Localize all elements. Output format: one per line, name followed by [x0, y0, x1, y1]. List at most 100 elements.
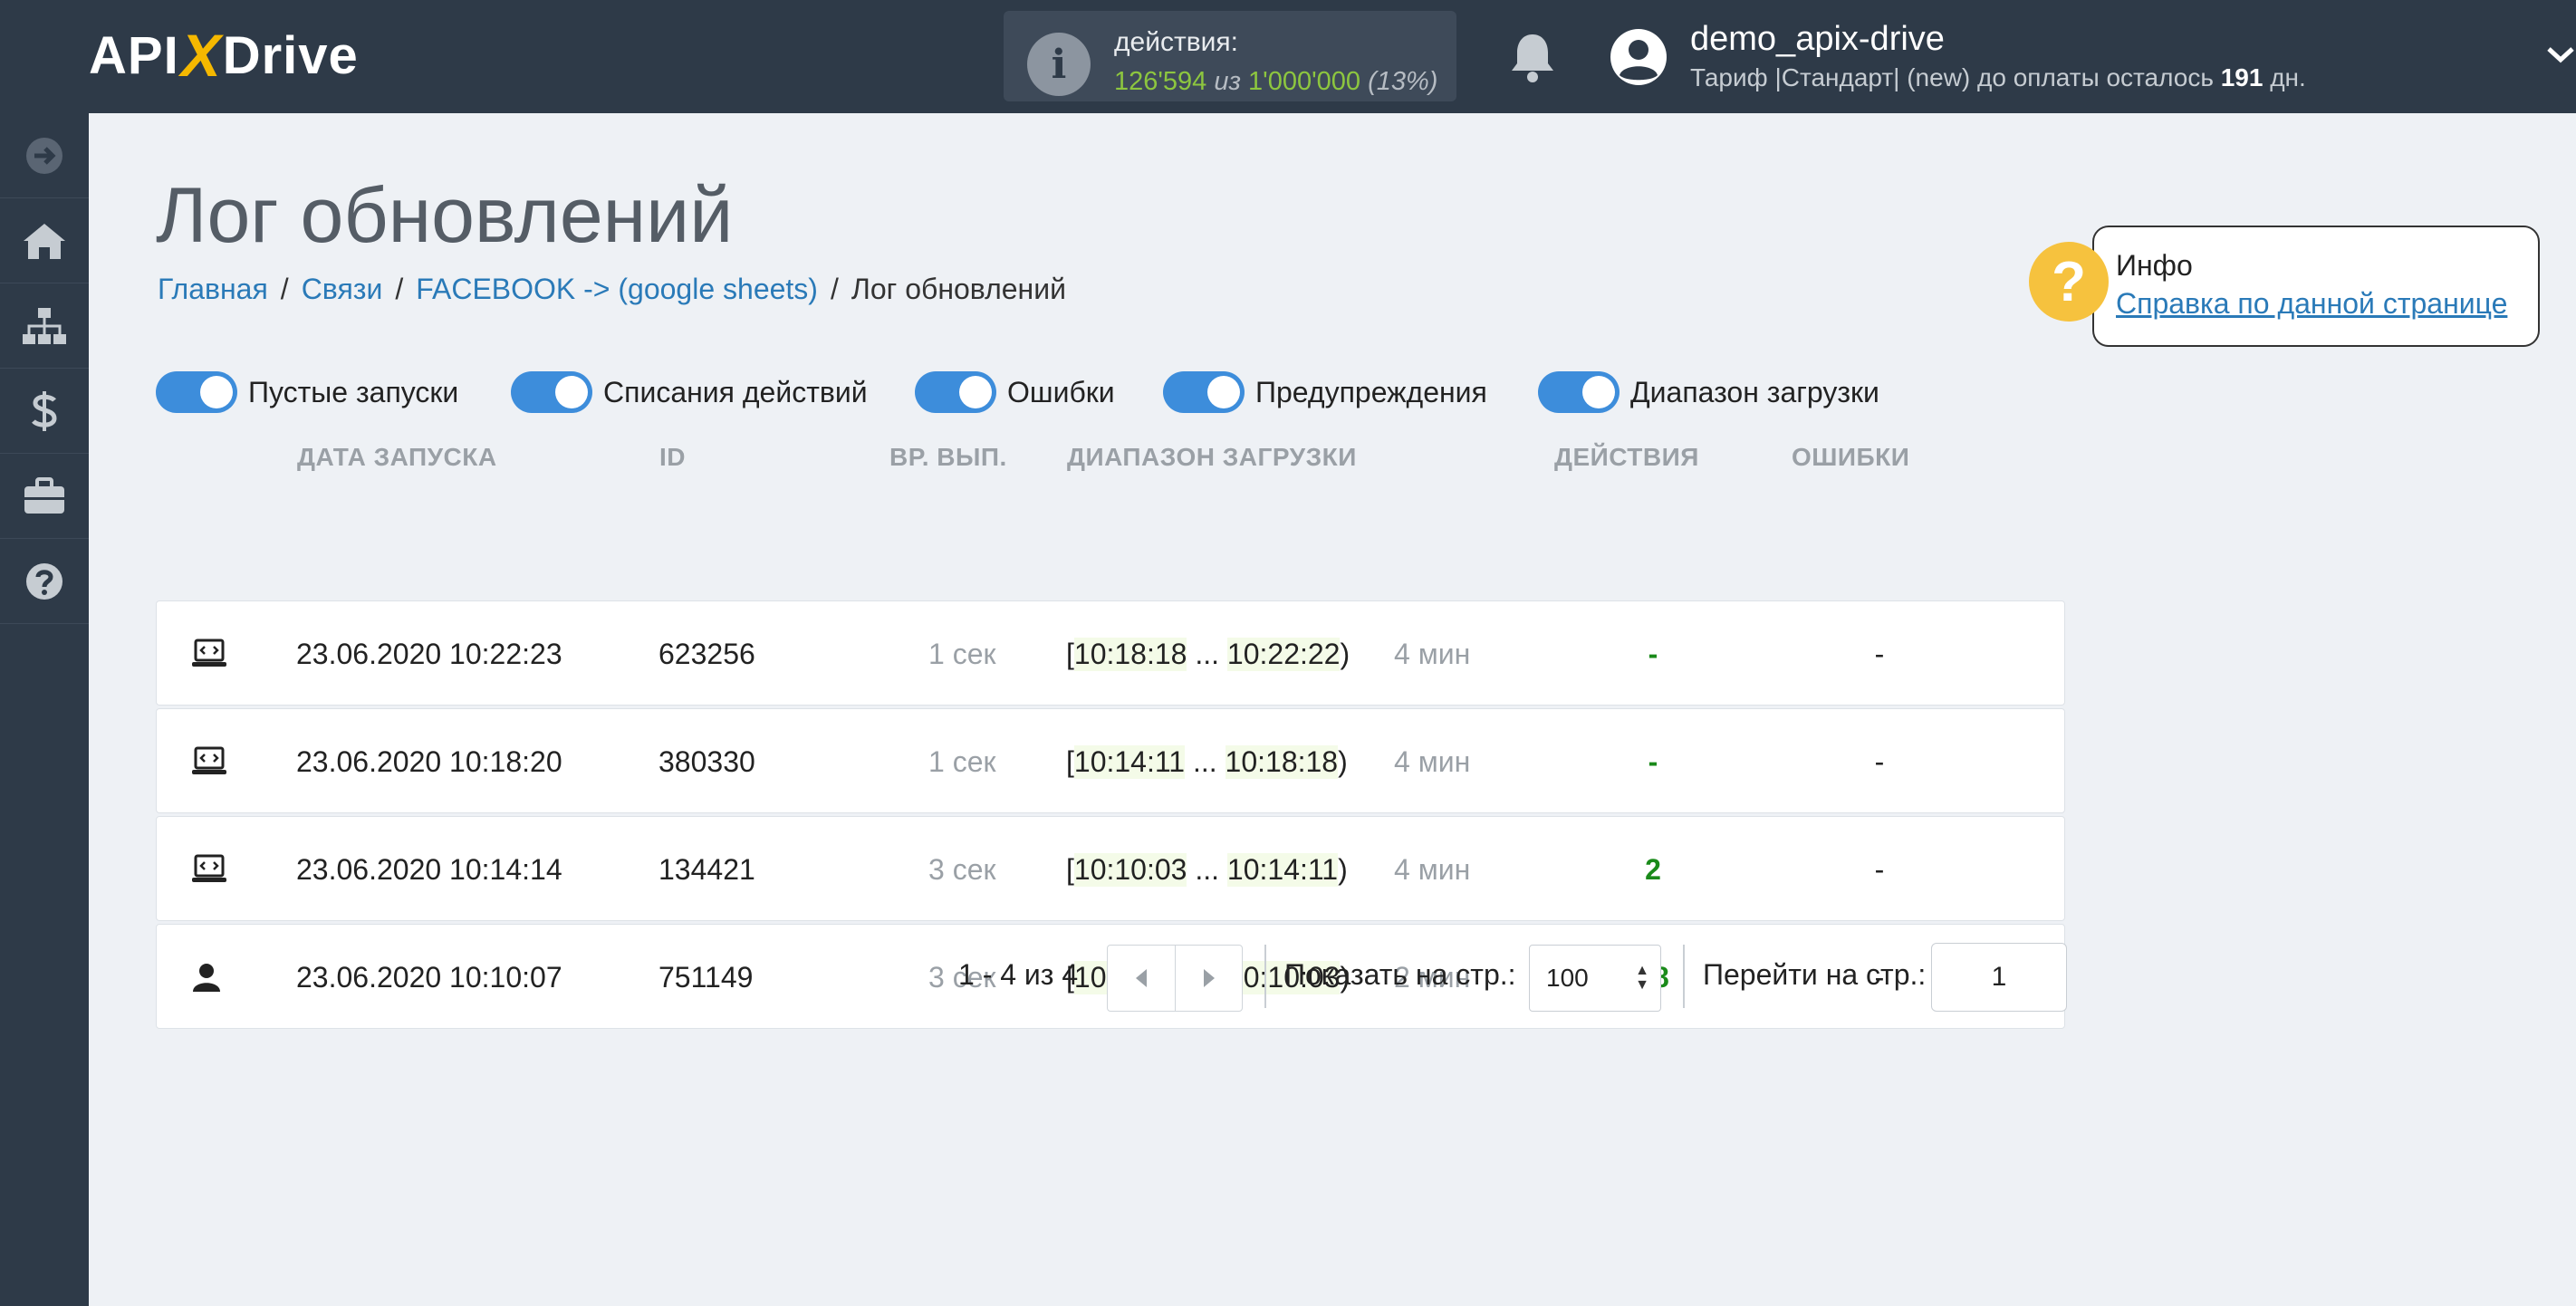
toggle-switch[interactable]	[511, 371, 592, 413]
toggle-label: Списания действий	[603, 375, 868, 408]
column-header-id: ID	[659, 443, 686, 471]
pagination-summary: 1 - 4 из 4	[958, 957, 1079, 991]
range-end: 10:14:11	[1226, 852, 1339, 887]
per-page-select[interactable]: 100 ▲ ▼	[1529, 945, 1661, 1012]
toggle-switch[interactable]	[915, 371, 996, 413]
breadcrumb-connections[interactable]: Связи	[302, 273, 383, 305]
actions-values: 126'594 из 1'000'000 (13%)	[1114, 67, 1437, 97]
actions-used: 126'594	[1114, 67, 1207, 96]
plan-days: 191	[2220, 63, 2264, 91]
toggle-label: Предупреждения	[1255, 375, 1487, 408]
range-length: 4 мин	[1394, 852, 1471, 886]
plan-text: Тариф |Стандарт| (new) до оплаты осталос…	[1690, 63, 2214, 91]
range-close: )	[1338, 744, 1348, 778]
run-id: 134421	[658, 852, 755, 886]
range-open: [	[1066, 744, 1074, 778]
run-date: 23.06.2020 10:22:23	[296, 637, 562, 670]
range-start: 10:14:11	[1073, 744, 1186, 779]
toggle-warnings[interactable]: Предупреждения	[1163, 369, 1487, 416]
breadcrumb-home[interactable]: Главная	[158, 273, 268, 305]
run-id: 380330	[658, 744, 755, 778]
goto-page-label: Перейти на стр.:	[1703, 957, 1927, 991]
range-length: 4 мин	[1394, 637, 1471, 670]
column-header-range: ДИАПАЗОН ЗАГРУЗКИ	[1067, 443, 1357, 471]
logo-part-x: X	[180, 22, 221, 89]
laptop-code-icon	[191, 709, 227, 814]
actions-count: -	[1648, 744, 1658, 778]
user-plan: Тариф |Стандарт| (new) до оплаты осталос…	[1690, 63, 2306, 92]
actions-percent: (13%)	[1368, 67, 1438, 96]
toggle-switch[interactable]	[1163, 371, 1245, 413]
user-avatar-icon[interactable]	[1609, 27, 1668, 87]
range-start: 10:18:18	[1073, 637, 1187, 671]
user-name[interactable]: demo_apix-drive	[1690, 20, 1945, 59]
next-page-button[interactable]	[1175, 946, 1242, 1011]
toggle-load-range[interactable]: Диапазон загрузки	[1538, 369, 1879, 416]
range-end: 10:22:22	[1226, 637, 1341, 671]
run-duration: 1 сек	[928, 637, 996, 670]
actions-count: -	[1648, 637, 1658, 670]
range-open: [	[1066, 637, 1074, 670]
load-range: [10:18:18 ... 10:22:22)	[1066, 601, 1350, 706]
pagination-buttons	[1107, 945, 1243, 1012]
help-page-link[interactable]: Справка по данной странице	[2116, 287, 2507, 321]
toggle-switch[interactable]	[156, 371, 237, 413]
info-title: Инфо	[2116, 249, 2193, 282]
range-close: )	[1338, 852, 1348, 886]
chevron-down-icon[interactable]	[2545, 42, 2576, 67]
arrow-right-circle-icon	[26, 137, 62, 174]
dollar-icon	[32, 390, 57, 431]
top-bar: API X Drive i действия: 126'594 из 1'000…	[0, 0, 2576, 113]
main-content: Лог обновлений Главная / Связи / FACEBOOK ->…	[89, 113, 2576, 1306]
column-header-errors: ОШИБКИ	[1792, 443, 1910, 471]
errors-count: -	[1874, 744, 1885, 778]
run-duration: 1 сек	[928, 744, 996, 778]
sidebar-item-help[interactable]	[0, 539, 89, 624]
toggle-errors[interactable]: Ошибки	[915, 369, 1115, 416]
laptop-code-icon	[191, 601, 227, 706]
run-id: 623256	[658, 637, 755, 670]
toggle-action-charges[interactable]: Списания действий	[511, 369, 868, 416]
sidebar-item-connections[interactable]	[0, 283, 89, 369]
sidebar-item-home[interactable]	[0, 198, 89, 283]
sidebar-item-services[interactable]	[0, 454, 89, 539]
sidebar-item-expand[interactable]	[0, 113, 89, 198]
table-row[interactable]: 23.06.2020 10:22:23 623256 1 сек [10:18:…	[156, 600, 2065, 706]
laptop-code-icon	[191, 817, 227, 922]
caret-left-icon	[1136, 969, 1147, 987]
toggle-empty-runs[interactable]: Пустые запуски	[156, 369, 458, 416]
column-header-duration: ВР. ВЫП.	[889, 443, 1007, 471]
home-icon	[24, 223, 65, 259]
range-start: 10:10:03	[1073, 852, 1187, 887]
prev-page-button[interactable]	[1108, 946, 1175, 1011]
page-title: Лог обновлений	[156, 172, 734, 259]
breadcrumb-connection[interactable]: FACEBOOK -> (google sheets)	[416, 273, 818, 305]
question-icon: ?	[2029, 242, 2109, 322]
range-close: )	[1340, 637, 1350, 670]
errors-count: -	[1874, 852, 1885, 886]
actions-total: 1'000'000	[1248, 67, 1361, 96]
load-range: [10:10:03 ... 10:14:11)	[1066, 817, 1348, 922]
toggle-switch[interactable]	[1538, 371, 1620, 413]
goto-page-input[interactable]: 1	[1931, 943, 2067, 1012]
apixdrive-logo[interactable]: API X Drive	[89, 22, 359, 89]
sidebar-item-billing[interactable]	[0, 369, 89, 454]
table-row[interactable]: 23.06.2020 10:18:20 380330 1 сек [10:14:…	[156, 708, 2065, 813]
sidebar	[0, 113, 89, 1306]
column-header-date: ДАТА ЗАПУСКА	[297, 443, 497, 471]
toggle-label: Ошибки	[1007, 375, 1115, 408]
range-mid: ...	[1187, 852, 1227, 886]
run-duration: 3 сек	[928, 852, 996, 886]
table-row[interactable]: 23.06.2020 10:14:14 134421 3 сек [10:10:…	[156, 816, 2065, 921]
actions-count: 2	[1645, 852, 1661, 886]
run-id: 751149	[658, 960, 754, 994]
user-icon	[191, 925, 222, 1030]
briefcase-icon	[24, 476, 64, 514]
plan-days-suffix: дн.	[2270, 63, 2306, 91]
divider	[1264, 945, 1266, 1008]
info-icon: i	[1027, 33, 1091, 96]
logo-part-api: API	[89, 25, 179, 85]
run-date: 23.06.2020 10:14:14	[296, 852, 562, 886]
actions-counter[interactable]: i действия: 126'594 из 1'000'000 (13%)	[1004, 11, 1456, 101]
bell-icon[interactable]	[1507, 31, 1558, 85]
